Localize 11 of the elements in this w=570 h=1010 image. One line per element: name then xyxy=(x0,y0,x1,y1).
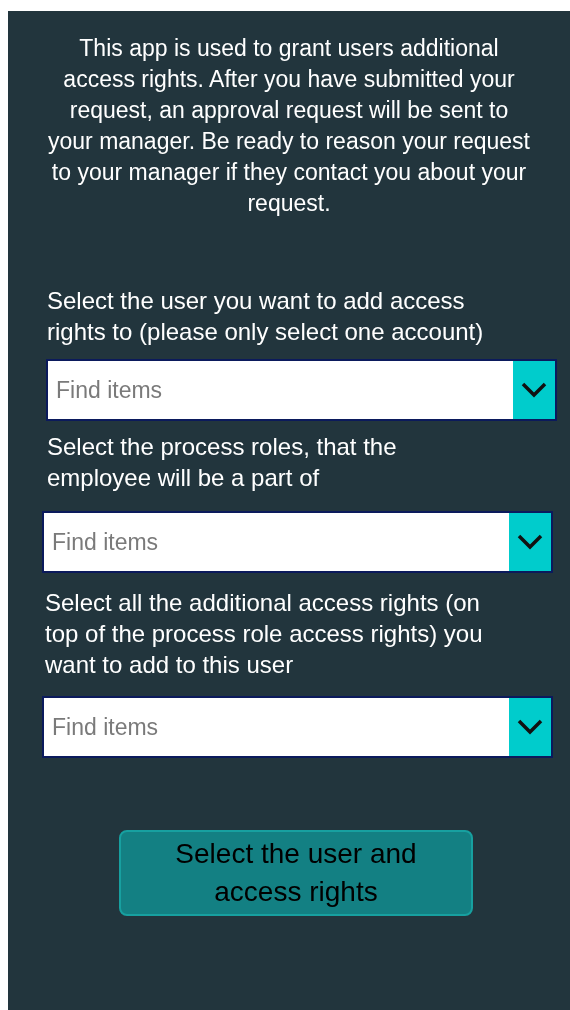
submit-button[interactable]: Select the user and access rights xyxy=(119,830,473,916)
field-label: Select the process roles, that the employee will be a part of xyxy=(47,432,398,493)
chevron-down-icon xyxy=(521,382,547,398)
dropdown-toggle[interactable] xyxy=(509,513,551,571)
intro-text: This app is used to grant users additional access rights. After you have submitted your request, an approval request will be sent to your manager. Be ready to reason your request to your manager if they contact you about your request. xyxy=(48,34,530,218)
chevron-down-icon xyxy=(517,719,543,735)
dropdown-toggle[interactable] xyxy=(513,361,555,419)
chevron-down-icon xyxy=(517,534,543,550)
dropdown-toggle[interactable] xyxy=(509,698,551,756)
field-label: Select the user you want to add access rights to (please only select one account) xyxy=(47,286,485,347)
field-label: Select all the additional access rights (on top of the process role access rights) you want to add to this user xyxy=(45,588,484,680)
